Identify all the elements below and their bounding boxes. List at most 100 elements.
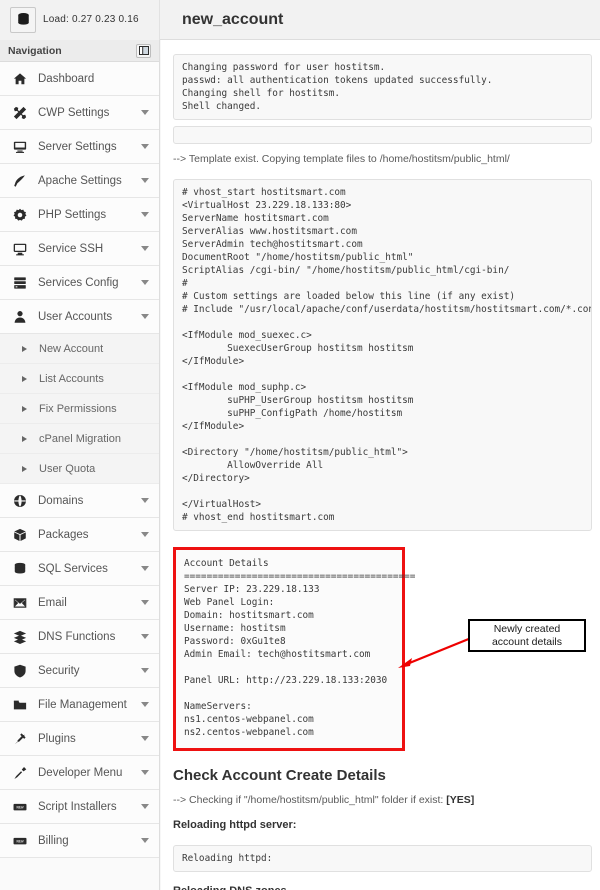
sidebar-item-label: Billing [38, 835, 141, 847]
sidebar-item-label: DNS Functions [38, 631, 141, 643]
chevron-down-icon[interactable] [141, 212, 149, 217]
new-badge-icon: NEW [10, 797, 30, 817]
new-badge-icon: NEW [10, 831, 30, 851]
sidebar-item-label: Developer Menu [38, 767, 141, 779]
sidebar-subitem-new-account[interactable]: New Account [0, 334, 159, 364]
chevron-down-icon[interactable] [141, 246, 149, 251]
sidebar-item-apache-settings[interactable]: Apache Settings [0, 164, 159, 198]
main-content: Changing password for user hostitsm. pas… [161, 40, 600, 890]
sidebar-item-server-settings[interactable]: Server Settings [0, 130, 159, 164]
sidebar-subitem-user-quota[interactable]: User Quota [0, 454, 159, 484]
chevron-down-icon[interactable] [141, 314, 149, 319]
sidebar-item-label: Service SSH [38, 243, 141, 255]
console-output-reload-httpd: Reloading httpd: [173, 845, 592, 872]
sidebar-item-cwp-settings[interactable]: CWP Settings [0, 96, 159, 130]
box-icon [10, 525, 30, 545]
page-title: new_account [182, 11, 283, 29]
annotation-callout: Newly created account details [468, 619, 586, 652]
sidebar-subitem-list-accounts[interactable]: List Accounts [0, 364, 159, 394]
sidebar-item-sql-services[interactable]: SQL Services [0, 552, 159, 586]
brand-area: Load: 0.27 0.23 0.16 [0, 0, 160, 40]
svg-text:NEW: NEW [17, 804, 25, 809]
chevron-down-icon[interactable] [141, 178, 149, 183]
sidebar-subitem-cpanel-migration[interactable]: cPanel Migration [0, 424, 159, 454]
sidebar-item-dns-functions[interactable]: DNS Functions [0, 620, 159, 654]
tools-icon [10, 103, 30, 123]
sidebar-item-services-config[interactable]: Services Config [0, 266, 159, 300]
chevron-down-icon[interactable] [141, 634, 149, 639]
template-copy-note: --> Template exist. Copying template fil… [173, 153, 588, 165]
folder-icon [10, 695, 30, 715]
sidebar-item-domains[interactable]: Domains [0, 484, 159, 518]
sidebar-item-label: Packages [38, 529, 141, 541]
sidebar-item-script-installers[interactable]: NEWScript Installers [0, 790, 159, 824]
sidebar-subitem-label: List Accounts [39, 373, 104, 385]
sidebar-item-label: Security [38, 665, 141, 677]
chevron-down-icon[interactable] [141, 110, 149, 115]
envelope-icon [10, 593, 30, 613]
annotation-callout-line1: Newly created [492, 623, 562, 636]
panel-toggle-icon[interactable] [136, 44, 151, 58]
sidebar-item-label: Plugins [38, 733, 141, 745]
database-icon[interactable] [10, 7, 36, 33]
chevron-down-icon[interactable] [141, 280, 149, 285]
chevron-down-icon[interactable] [141, 600, 149, 605]
bullet-icon [22, 436, 27, 442]
chevron-down-icon[interactable] [141, 566, 149, 571]
top-bar: Load: 0.27 0.23 0.16 new_account [0, 0, 600, 40]
navigation-header: Navigation [0, 40, 159, 62]
sidebar-item-dashboard[interactable]: Dashboard [0, 62, 159, 96]
sidebar-item-label: PHP Settings [38, 209, 141, 221]
wrench-icon [10, 763, 30, 783]
sidebar-subitem-label: User Quota [39, 463, 95, 475]
folder-exist-check-line: --> Checking if "/home/hostitsm/public_h… [173, 794, 588, 806]
sidebar-item-php-settings[interactable]: PHP Settings [0, 198, 159, 232]
user-icon [10, 307, 30, 327]
feather-icon [10, 171, 30, 191]
sidebar-item-label: Domains [38, 495, 141, 507]
sidebar-item-email[interactable]: Email [0, 586, 159, 620]
chevron-down-icon[interactable] [141, 838, 149, 843]
chevron-down-icon[interactable] [141, 532, 149, 537]
sidebar-item-file-management[interactable]: File Management [0, 688, 159, 722]
svg-text:NEW: NEW [17, 838, 25, 843]
section-title-check-account: Check Account Create Details [173, 767, 588, 784]
sidebar-item-plugins[interactable]: Plugins [0, 722, 159, 756]
sidebar-item-packages[interactable]: Packages [0, 518, 159, 552]
sidebar-subitem-fix-permissions[interactable]: Fix Permissions [0, 394, 159, 424]
sidebar-item-label: User Accounts [38, 311, 141, 323]
sidebar-subitem-label: Fix Permissions [39, 403, 117, 415]
gear-icon [10, 205, 30, 225]
sidebar-item-service-ssh[interactable]: Service SSH [0, 232, 159, 266]
chevron-down-icon[interactable] [141, 804, 149, 809]
shield-icon [10, 661, 30, 681]
chevron-down-icon[interactable] [141, 736, 149, 741]
reload-httpd-heading: Reloading httpd server: [173, 819, 588, 831]
bullet-icon [22, 406, 27, 412]
chevron-down-icon[interactable] [141, 498, 149, 503]
folder-exist-check-text: --> Checking if "/home/hostitsm/public_h… [173, 794, 446, 806]
sidebar-item-billing[interactable]: NEW Billing [0, 824, 159, 858]
sidebar-subitem-label: cPanel Migration [39, 433, 121, 445]
monitor-icon [10, 239, 30, 259]
sidebar-item-security[interactable]: Security [0, 654, 159, 688]
plug-icon [10, 729, 30, 749]
sidebar-item-label: File Management [38, 699, 141, 711]
folder-exist-check-value: [YES] [446, 794, 474, 806]
annotation-callout-line2: account details [492, 636, 562, 649]
bullet-icon [22, 346, 27, 352]
cwp-panel-screen: Load: 0.27 0.23 0.16 new_account Navigat… [0, 0, 600, 890]
sidebar-item-label: SQL Services [38, 563, 141, 575]
sidebar-item-user-accounts[interactable]: User Accounts [0, 300, 159, 334]
chevron-down-icon[interactable] [141, 702, 149, 707]
chevron-down-icon[interactable] [141, 144, 149, 149]
chevron-down-icon[interactable] [141, 668, 149, 673]
sidebar-item-label: Dashboard [38, 73, 159, 85]
console-output-empty [173, 126, 592, 144]
sidebar-item-label: CWP Settings [38, 107, 141, 119]
home-icon [10, 69, 30, 89]
chevron-down-icon[interactable] [141, 770, 149, 775]
console-output-vhost-config: # vhost_start hostitsmart.com <VirtualHo… [173, 179, 592, 531]
sidebar-item-developer-menu[interactable]: Developer Menu [0, 756, 159, 790]
server-load-label: Load: 0.27 0.23 0.16 [43, 14, 139, 25]
